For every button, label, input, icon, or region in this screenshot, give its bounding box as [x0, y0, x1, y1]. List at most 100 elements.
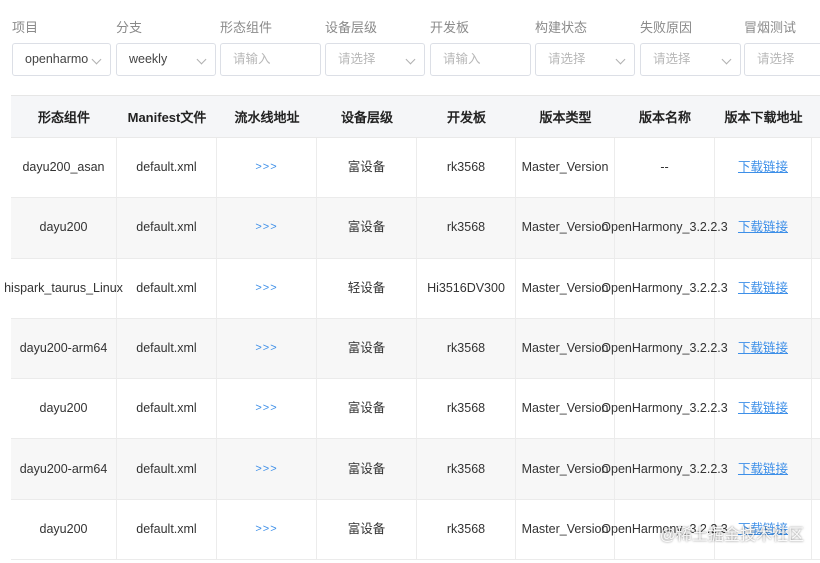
filter-label: 冒烟测试 [744, 20, 797, 35]
column-header: 版本类型 [539, 110, 592, 125]
download-link[interactable]: 下载链接 [738, 460, 788, 479]
cell-type: Master_Version [516, 318, 615, 379]
cell-board: rk3568 [417, 318, 516, 379]
pipeline-link[interactable]: >>> [255, 460, 277, 479]
cell-board: rk3568 [417, 198, 516, 258]
filter-placeholder: 请输入 [443, 52, 481, 66]
cell-board: rk3568 [417, 439, 516, 499]
download-link[interactable]: 下载链接 [738, 399, 788, 418]
cell-component: hispark_taurus_Linux [4, 258, 123, 318]
cell-manifest: default.xml [117, 318, 217, 379]
download-cell: 下载链接 [715, 318, 812, 379]
download-cell: 下载链接 [715, 439, 812, 499]
column-header: 版本下载地址 [724, 110, 803, 125]
pipeline-cell: >>> [217, 439, 317, 499]
row-edge [812, 439, 820, 498]
filter-input[interactable]: 请输入 [220, 43, 321, 76]
cell-type: Master_Version [516, 198, 615, 258]
pipeline-cell: >>> [217, 499, 317, 560]
cell-component: dayu200 [11, 499, 117, 560]
filter-label: 构建状态 [535, 20, 588, 35]
chevron-down-icon [615, 54, 626, 65]
cell-component: dayu200_asan [11, 138, 117, 198]
filter-label: 分支 [116, 20, 143, 35]
download-cell: 下载链接 [715, 198, 812, 258]
filter-select[interactable]: weekly [116, 43, 216, 76]
cell-name: OpenHarmony_3.2.2.3 [601, 258, 728, 318]
cell-name: OpenHarmony_3.2.2.3 [601, 379, 728, 439]
download-link[interactable]: 下载链接 [738, 339, 788, 358]
cell-type: Master_Version [516, 439, 615, 499]
filter-select[interactable]: openharmo [12, 43, 111, 76]
pipeline-link[interactable]: >>> [255, 339, 277, 358]
filter-placeholder: 请选择 [653, 52, 691, 66]
cell-component: dayu200 [11, 379, 117, 439]
column-header: 版本名称 [638, 110, 691, 125]
table-row: dayu200-arm64 default.xml >>> 富设备 rk3568 Mast… [11, 318, 820, 380]
pipeline-link[interactable]: >>> [255, 218, 277, 237]
cell-level: 富设备 [317, 499, 417, 560]
pipeline-cell: >>> [217, 258, 317, 318]
cell-board: rk3568 [417, 379, 516, 439]
filter-bar: 项目 openharmo 分支 weekly 形态组件 请输入 设备层级 请选择 开发板 请输入 构… [0, 0, 820, 90]
cell-type: Master_Version [516, 379, 615, 439]
cell-level: 富设备 [317, 439, 417, 499]
cell-board: rk3568 [417, 499, 516, 560]
filter-placeholder: 请输入 [233, 52, 271, 66]
table-body: dayu200_asan default.xml >>> 富设备 rk3568 Maste… [4, 138, 820, 561]
download-cell: 下载链接 [715, 379, 812, 439]
row-edge [812, 138, 820, 197]
filter-placeholder: 请选择 [338, 52, 376, 66]
filter-label: 开发板 [430, 20, 470, 35]
filter-value: weekly [129, 52, 168, 66]
column-header: 形态组件 [37, 110, 90, 125]
row-edge [812, 319, 820, 378]
filter-input[interactable]: 请选择 [744, 43, 820, 76]
table-row: dayu200 default.xml >>> 富设备 rk3568 Master_Ver… [11, 198, 820, 259]
filter-label: 失败原因 [640, 20, 693, 35]
cell-type: Master_Version [516, 138, 615, 198]
pipeline-link[interactable]: >>> [255, 399, 277, 418]
cell-board: rk3568 [417, 138, 516, 198]
download-link[interactable]: 下载链接 [738, 158, 788, 177]
row-edge [812, 500, 820, 559]
cell-component: dayu200-arm64 [11, 318, 117, 379]
cell-component: dayu200 [11, 198, 117, 258]
cell-manifest: default.xml [117, 379, 217, 439]
filter-label: 项目 [12, 20, 39, 35]
filter-select[interactable]: 请选择 [535, 43, 635, 76]
cell-name: OpenHarmony_3.2.2.3 [601, 439, 728, 499]
filter-placeholder: 请选择 [548, 52, 586, 66]
cell-level: 富设备 [317, 379, 417, 439]
cell-manifest: default.xml [117, 439, 217, 499]
chevron-down-icon [91, 54, 102, 65]
chevron-down-icon [196, 54, 207, 65]
cell-manifest: default.xml [117, 198, 217, 258]
chevron-down-icon [405, 54, 416, 65]
filter-select[interactable]: 请选择 [325, 43, 425, 76]
filter-select[interactable]: 请选择 [640, 43, 741, 76]
pipeline-cell: >>> [217, 198, 317, 258]
pipeline-link[interactable]: >>> [255, 158, 277, 177]
table-row: dayu200_asan default.xml >>> 富设备 rk3568 Maste… [11, 138, 820, 199]
cell-manifest: default.xml [117, 258, 217, 318]
download-link[interactable]: 下载链接 [738, 279, 788, 298]
filter-input[interactable]: 请输入 [430, 43, 531, 76]
pipeline-link[interactable]: >>> [255, 279, 277, 298]
table-row: hispark_taurus_Linux default.xml >>> 轻设备 Hi3… [4, 258, 820, 319]
column-header: 开发板 [446, 110, 486, 125]
cell-manifest: default.xml [117, 138, 217, 198]
cell-level: 富设备 [317, 198, 417, 258]
build-table: 形态组件 Manifest文件 流水线地址 设备层级 开发板 版本类型 版本名称 版本下载地址… [4, 95, 820, 561]
cell-level: 轻设备 [317, 258, 417, 318]
pipeline-cell: >>> [217, 379, 317, 439]
filter-label: 形态组件 [220, 20, 273, 35]
chevron-down-icon [721, 54, 732, 65]
pipeline-link[interactable]: >>> [255, 520, 277, 539]
download-link[interactable]: 下载链接 [738, 218, 788, 237]
cell-level: 富设备 [317, 138, 417, 198]
filter-placeholder: 请选择 [757, 52, 795, 66]
column-header: 流水线地址 [234, 110, 300, 125]
cell-name: -- [615, 138, 715, 198]
cell-type: Master_Version [516, 258, 615, 318]
